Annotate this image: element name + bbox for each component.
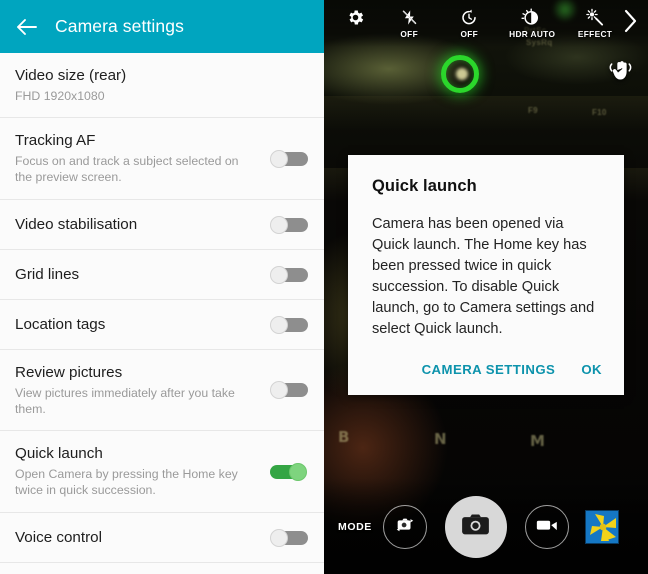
- setting-row-location-tags[interactable]: Location tags: [0, 300, 324, 350]
- setting-row-grid-lines[interactable]: Grid lines: [0, 250, 324, 300]
- camera-top-label: HDR AUTO: [509, 29, 556, 39]
- toggle-video-stabilisation[interactable]: [270, 215, 308, 234]
- camera-viewfinder-pane: PrtSc SysRq F9 F10 B N M: [324, 0, 648, 574]
- toggle-knob: [270, 265, 288, 284]
- video-record-icon: [535, 517, 559, 538]
- setting-title: Location tags: [15, 315, 106, 333]
- toggle-review-pictures[interactable]: [270, 381, 308, 400]
- camera-top-label: EFFECT: [577, 29, 613, 39]
- toggle-location-tags[interactable]: [270, 315, 308, 334]
- row-texts: Tracking AF Focus on and track a subject…: [15, 131, 267, 185]
- setting-title: Grid lines: [15, 265, 80, 283]
- row-texts: Video size (rear) FHD 1920x1080: [15, 66, 267, 104]
- toggle-voice-control[interactable]: [270, 528, 308, 547]
- preview-label: F9: [528, 106, 538, 115]
- setting-row-tracking-af[interactable]: Tracking AF Focus on and track a subject…: [0, 118, 324, 200]
- effect-button[interactable]: EFFECT: [568, 4, 622, 39]
- effect-wand-icon: [585, 7, 605, 27]
- setting-row-voice-control[interactable]: Voice control: [0, 513, 324, 563]
- toggle-grid-lines[interactable]: [270, 265, 308, 284]
- camera-settings-button[interactable]: CAMERA SETTINGS: [422, 362, 556, 377]
- chevron-right-icon[interactable]: [622, 4, 638, 34]
- timer-icon: [460, 7, 478, 27]
- switch-camera-button[interactable]: [382, 505, 427, 549]
- camera-top-toolbar: OFF OFF HDR AUTO EFFECT: [324, 4, 648, 46]
- setting-title: Quick launch: [15, 445, 103, 463]
- settings-gear-icon: [346, 7, 365, 27]
- hdr-icon: [520, 7, 544, 27]
- toggle-knob: [270, 149, 288, 168]
- setting-subtitle: Open Camera by pressing the Home key twi…: [15, 467, 238, 498]
- toggle-knob: [270, 215, 288, 234]
- camera-bottom-toolbar: MODE: [324, 480, 648, 574]
- shutter-button[interactable]: [444, 496, 507, 558]
- toggle-quick-launch[interactable]: [270, 462, 308, 481]
- gallery-thumbnail-icon[interactable]: [584, 510, 619, 544]
- settings-list: Video size (rear) FHD 1920x1080 Tracking…: [0, 53, 324, 574]
- row-texts: Grid lines: [15, 265, 267, 284]
- setting-title: Video stabilisation: [15, 215, 138, 233]
- switch-camera-icon: [393, 514, 417, 541]
- back-arrow-icon[interactable]: [14, 14, 40, 40]
- setting-row-video-stabilisation[interactable]: Video stabilisation: [0, 200, 324, 250]
- page-title: Camera settings: [55, 16, 184, 36]
- toggle-knob: [270, 315, 288, 334]
- dialog-actions: CAMERA SETTINGS OK: [372, 362, 602, 387]
- setting-subtitle: Focus on and track a subject selected on…: [15, 154, 239, 185]
- camera-top-label: OFF: [400, 29, 418, 39]
- ok-button[interactable]: OK: [581, 362, 602, 377]
- flower-thumbnail-image: [585, 511, 618, 543]
- setting-title: Review pictures: [15, 363, 123, 381]
- setting-row-review-pictures[interactable]: Review pictures View pictures immediatel…: [0, 350, 324, 432]
- row-texts: Video stabilisation: [15, 215, 267, 234]
- preview-key: N: [434, 430, 447, 448]
- setting-subtitle: View pictures immediately after you take…: [15, 385, 235, 416]
- toggle-knob: [270, 528, 288, 547]
- autofocus-ring-indicator: [441, 55, 479, 93]
- preview-label: F10: [592, 108, 607, 117]
- row-texts: Quick launch Open Camera by pressing the…: [15, 444, 267, 498]
- setting-title: Tracking AF: [15, 132, 96, 150]
- mode-button[interactable]: MODE: [338, 521, 372, 533]
- screen-root: Camera settings Video size (rear) FHD 19…: [0, 0, 648, 574]
- setting-title: Video size (rear): [15, 67, 127, 84]
- camera-top-label: OFF: [460, 29, 479, 39]
- camera-shutter-icon: [461, 512, 490, 542]
- quick-launch-dialog: Quick launch Camera has been opened via …: [348, 155, 624, 395]
- app-bar: Camera settings: [0, 0, 324, 53]
- row-texts: Review pictures View pictures immediatel…: [15, 363, 267, 417]
- setting-row-video-size[interactable]: Video size (rear) FHD 1920x1080: [0, 53, 324, 119]
- record-video-button[interactable]: [524, 505, 569, 549]
- row-texts: Voice control: [15, 528, 267, 547]
- preview-key: M: [530, 432, 545, 450]
- dialog-body-text: Camera has been opened via Quick launch.…: [372, 216, 595, 337]
- camera-settings-pane: Camera settings Video size (rear) FHD 19…: [0, 0, 324, 574]
- dialog-title: Quick launch: [372, 177, 477, 195]
- timer-button[interactable]: OFF: [444, 4, 494, 39]
- setting-row-volume-keys-function[interactable]: Volume keys function: [0, 563, 324, 574]
- flash-mode-button[interactable]: OFF: [384, 4, 434, 39]
- toggle-knob: [289, 462, 307, 481]
- preview-key: B: [338, 428, 350, 446]
- setting-row-quick-launch[interactable]: Quick launch Open Camera by pressing the…: [0, 431, 324, 513]
- toggle-tracking-af[interactable]: [270, 149, 308, 168]
- hdr-button[interactable]: HDR AUTO: [502, 4, 562, 39]
- hand-gesture-icon: [608, 58, 634, 89]
- flash-off-icon: [401, 7, 418, 27]
- camera-settings-button[interactable]: [330, 4, 380, 29]
- row-texts: Location tags: [15, 315, 267, 334]
- setting-title: Voice control: [15, 528, 102, 546]
- setting-subtitle: FHD 1920x1080: [15, 89, 105, 103]
